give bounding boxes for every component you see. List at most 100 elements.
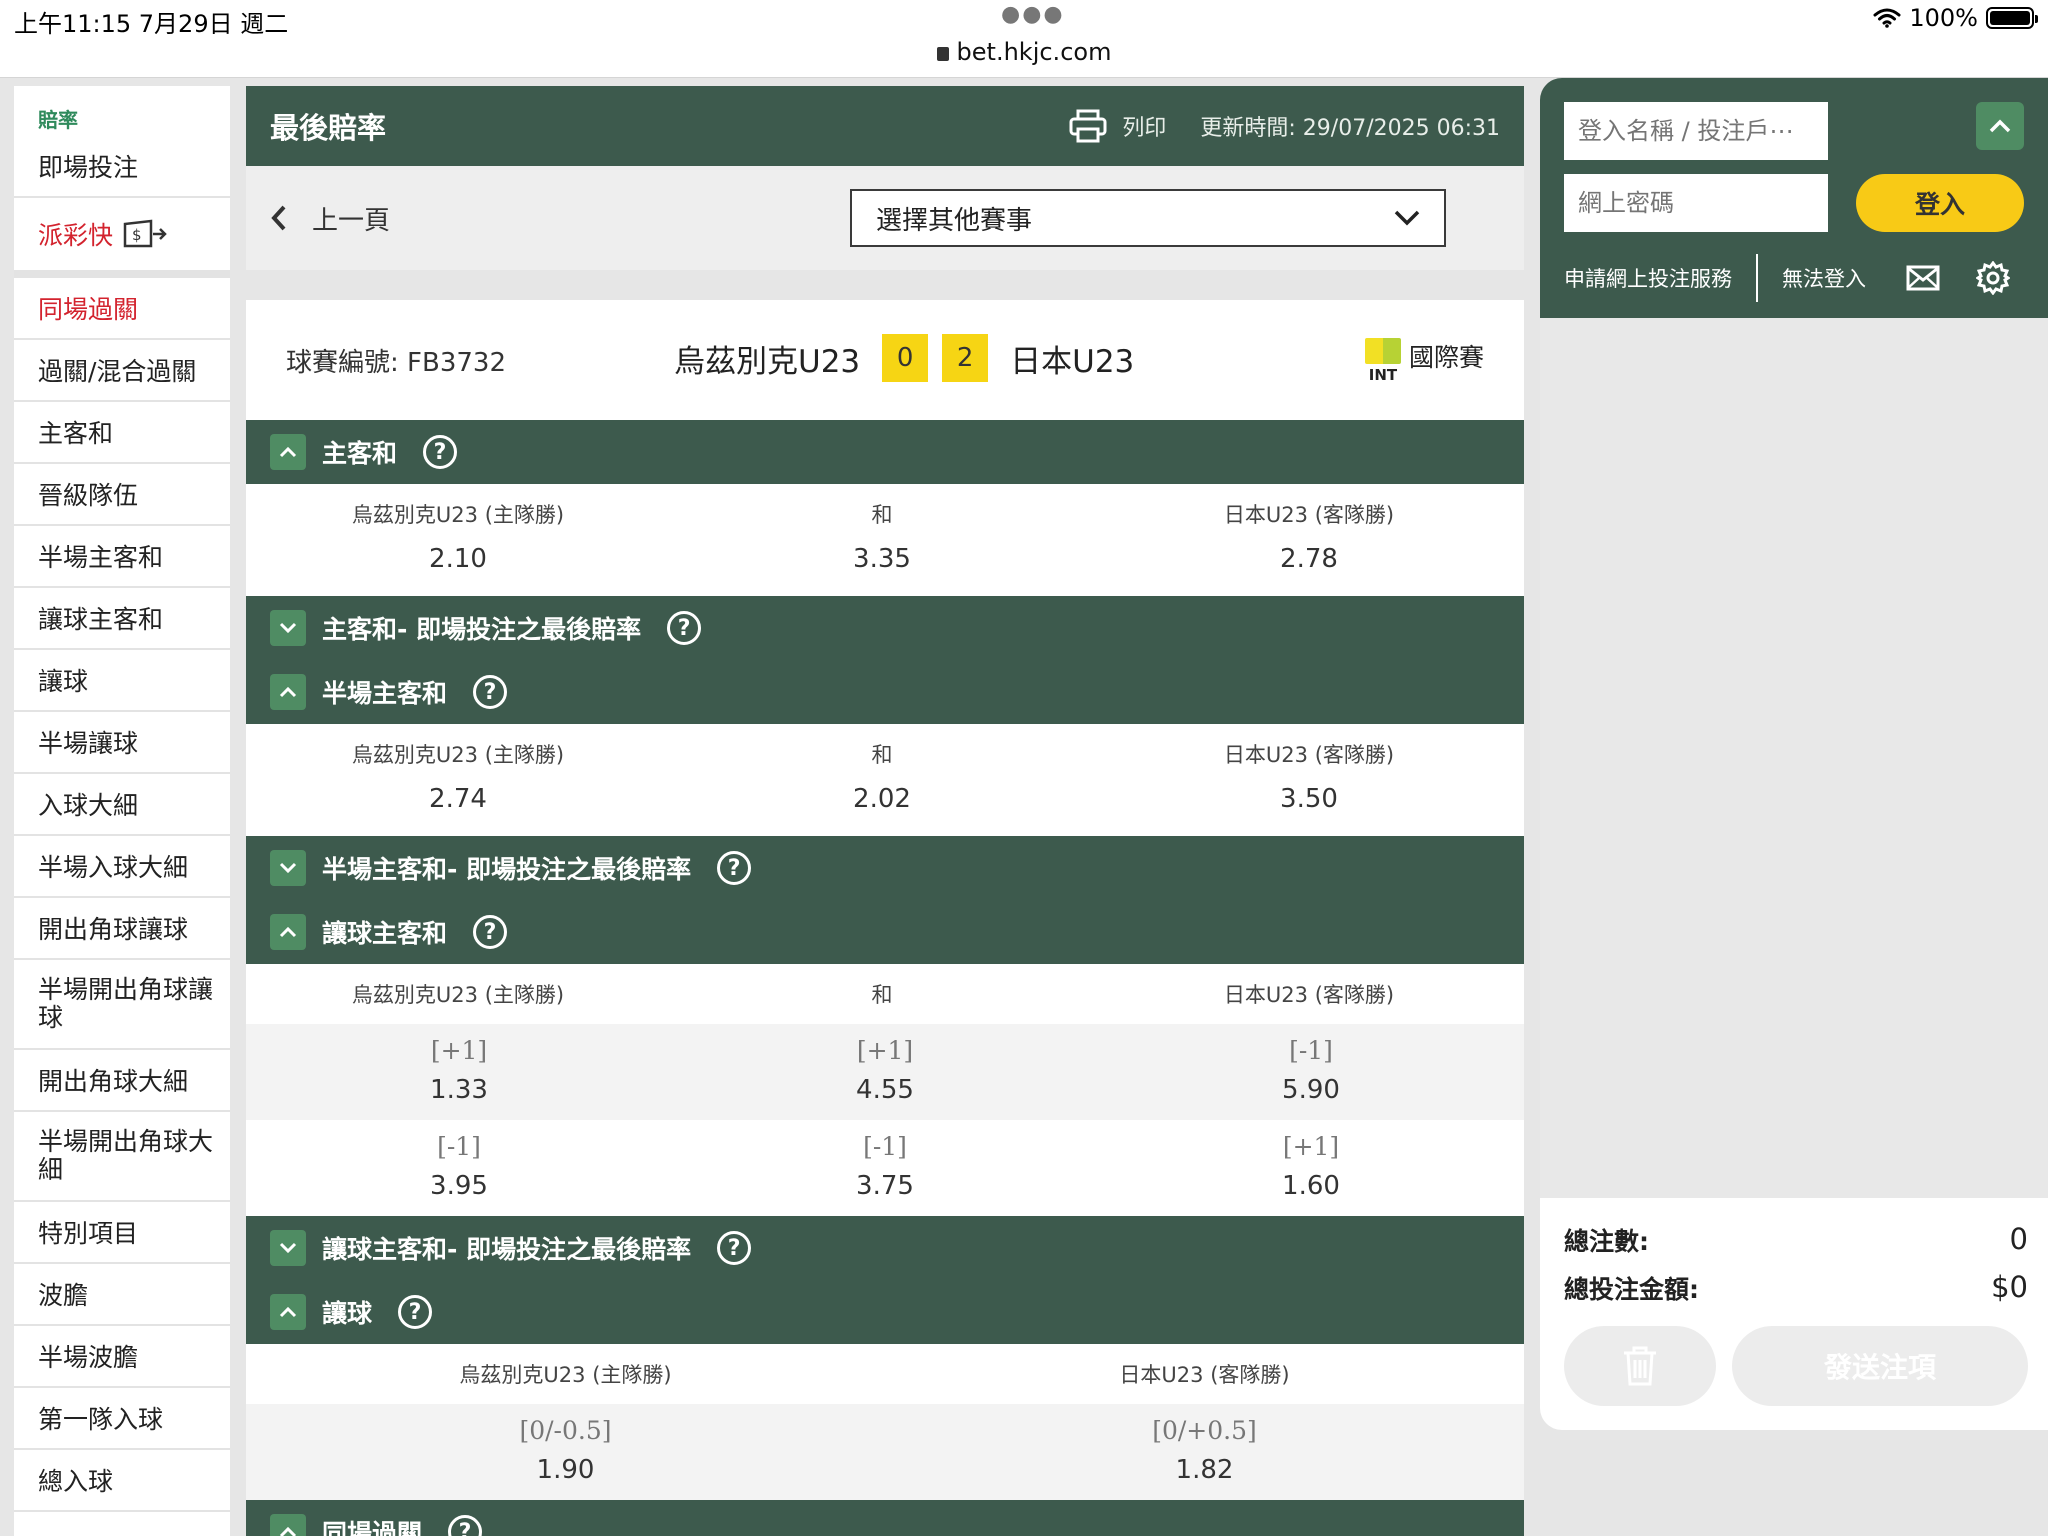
chevron-down-icon[interactable] — [270, 610, 306, 646]
section-hha[interactable]: 讓球主客和 ? — [246, 900, 1524, 964]
sidebar-item[interactable]: 總入球 — [14, 1450, 230, 1512]
hdc-line-cell[interactable]: [0/+0.5] 1.82 — [885, 1404, 1524, 1500]
hha-odds: 烏茲別克U23 (主隊勝) 和 日本U23 (客隊勝) [+1] 1.33 [+1… — [246, 964, 1524, 1216]
chevron-down-icon — [1394, 210, 1420, 226]
hha-line-cell[interactable]: [-1] 3.75 — [672, 1120, 1098, 1216]
sidebar-item[interactable]: 半場開出角球讓球 — [14, 960, 230, 1050]
hha-line-cell[interactable]: [-1] 3.95 — [246, 1120, 672, 1216]
more-dots-icon[interactable]: ●●● — [1001, 2, 1065, 27]
sidebar-item-label: 波膽 — [38, 1281, 89, 1310]
help-icon[interactable]: ? — [473, 915, 508, 949]
chevron-up-icon[interactable] — [270, 1294, 306, 1330]
help-icon[interactable]: ? — [448, 1515, 483, 1536]
send-bets-button[interactable]: 發送注項 — [1732, 1326, 2028, 1406]
section-hha-live[interactable]: 讓球主客和- 即場投注之最後賠率 ? — [246, 1216, 1524, 1280]
help-icon[interactable]: ? — [423, 435, 458, 469]
sidebar-item[interactable]: 派彩快 $ — [14, 198, 230, 278]
help-icon[interactable]: ? — [398, 1295, 433, 1329]
help-icon[interactable]: ? — [473, 675, 508, 709]
apply-service-link[interactable]: 申請網上投注服務 — [1564, 263, 1732, 293]
sidebar-item[interactable]: 即場投注 — [14, 136, 230, 198]
lock-icon — [936, 47, 949, 61]
chevron-up-icon[interactable] — [270, 914, 306, 950]
tournament: INT 國際賽 — [1364, 338, 1484, 384]
odds-value[interactable]: 3.50 — [1094, 784, 1524, 814]
odds-label-row: 烏茲別克U23 (主隊勝) 和 日本U23 (客隊勝) — [246, 724, 1524, 784]
hha-line-cell[interactable]: [-1] 5.90 — [1098, 1024, 1524, 1120]
help-icon[interactable]: ? — [717, 851, 752, 885]
print-button[interactable]: 列印 — [1122, 110, 1166, 142]
sidebar-item[interactable]: 開出角球大細 — [14, 1050, 230, 1112]
sidebar-item[interactable]: 同場過關 — [14, 278, 230, 340]
handicap-line: [0/-0.5] — [519, 1416, 612, 1445]
hdc-line-cell[interactable]: [0/-0.5] 1.90 — [246, 1404, 885, 1500]
hha-line-cell[interactable]: [+1] 1.33 — [246, 1024, 672, 1120]
handicap-line: [+1] — [430, 1036, 488, 1065]
sidebar-item[interactable]: 半場波膽 — [14, 1326, 230, 1388]
chevron-down-icon[interactable] — [270, 1230, 306, 1266]
chevron-up-icon[interactable] — [270, 1514, 306, 1536]
collapse-login-button[interactable] — [1976, 102, 2024, 150]
hha-line-cell[interactable]: [+1] 1.60 — [1098, 1120, 1524, 1216]
chevron-down-icon[interactable] — [270, 850, 306, 886]
odds-value[interactable]: 2.10 — [246, 544, 670, 574]
username-input[interactable] — [1564, 102, 1828, 160]
hha-line-cell[interactable]: [+1] 4.55 — [672, 1024, 1098, 1120]
chevron-up-icon[interactable] — [270, 434, 306, 470]
odds-value[interactable]: 3.35 — [670, 544, 1094, 574]
sidebar-item[interactable]: 入球大細 — [14, 774, 230, 836]
sidebar-item[interactable]: 過關/混合過關 — [14, 340, 230, 402]
sidebar-item[interactable]: 半場主客和 — [14, 526, 230, 588]
odds-value[interactable]: 2.02 — [670, 784, 1094, 814]
bet-amount-value: $0 — [1991, 1270, 2028, 1304]
sidebar-item-label: 半場開出角球讓球 — [38, 975, 214, 1032]
link-divider — [1756, 254, 1758, 302]
sidebar-item[interactable]: 半場開出角球大細 — [14, 1112, 230, 1202]
sidebar-item-label: 總入球 — [38, 1467, 114, 1496]
sidebar-item[interactable]: 開出角球讓球 — [14, 898, 230, 960]
section-fhad-live[interactable]: 半場主客和- 即場投注之最後賠率 ? — [246, 836, 1524, 900]
section-hda-live[interactable]: 主客和- 即場投注之最後賠率 ? — [246, 596, 1524, 660]
sidebar-item[interactable]: 讓球 — [14, 650, 230, 712]
password-input[interactable] — [1564, 174, 1828, 232]
sidebar-item[interactable]: 讓球主客和 — [14, 588, 230, 650]
back-button[interactable]: 上一頁 — [268, 200, 390, 237]
section-fhad-live-title: 半場主客和- 即場投注之最後賠率 — [322, 855, 692, 884]
sidebar-item[interactable]: 半場入球大細 — [14, 836, 230, 898]
sidebar-item[interactable]: 半場讓球 — [14, 712, 230, 774]
sidebar-item[interactable]: 第一隊入球 — [14, 1388, 230, 1450]
odds-value[interactable]: 2.74 — [246, 784, 670, 814]
sidebar-item-label: 開出角球大細 — [38, 1067, 189, 1096]
chevron-up-icon[interactable] — [270, 674, 306, 710]
gear-icon[interactable] — [1976, 261, 2010, 295]
odds-label: 和 — [871, 983, 893, 1007]
odds-label: 烏茲別克U23 (主隊勝) — [351, 503, 565, 527]
url-bar[interactable]: bet.hkjc.com — [0, 38, 2048, 66]
section-hdc[interactable]: 讓球 ? — [246, 1280, 1524, 1344]
odds-value[interactable]: 2.78 — [1094, 544, 1524, 574]
sidebar-item[interactable]: 特別項目 — [14, 1202, 230, 1264]
section-sgp-title: 同場過關 — [322, 1519, 423, 1536]
help-icon[interactable]: ? — [667, 611, 702, 645]
tournament-flag-square — [1364, 338, 1401, 364]
section-sgp[interactable]: 同場過關 ? — [246, 1500, 1524, 1536]
odds-value: 3.75 — [856, 1171, 914, 1201]
section-hda[interactable]: 主客和 ? — [246, 420, 1524, 484]
sidebar-item[interactable]: 主客和 — [14, 402, 230, 464]
login-button[interactable]: 登入 — [1856, 174, 2024, 232]
betslip-panel: 登入 申請網上投注服務 無法登入 總注數: 0 總投注金額: — [1540, 78, 2048, 1430]
sidebar-item-label: 第一隊入球 — [38, 1405, 164, 1434]
printer-icon[interactable] — [1068, 108, 1108, 144]
match-select[interactable]: 選擇其他賽事 — [850, 189, 1446, 247]
sidebar-item[interactable]: 波膽 — [14, 1264, 230, 1326]
section-fhad[interactable]: 半場主客和 ? — [246, 660, 1524, 724]
cannot-login-link[interactable]: 無法登入 — [1782, 263, 1866, 293]
odds-value: 5.90 — [1282, 1075, 1340, 1105]
help-icon[interactable]: ? — [717, 1231, 752, 1265]
clear-betslip-button[interactable] — [1564, 1326, 1716, 1406]
odds-value: 1.33 — [430, 1075, 488, 1105]
sidebar-item[interactable]: 晉級隊伍 — [14, 464, 230, 526]
mail-icon[interactable] — [1906, 265, 1940, 291]
hha-line-row: [-1] 3.95 [-1] 3.75 [+1] 1.60 — [246, 1120, 1524, 1216]
tournament-flag-icon: INT — [1364, 338, 1401, 384]
